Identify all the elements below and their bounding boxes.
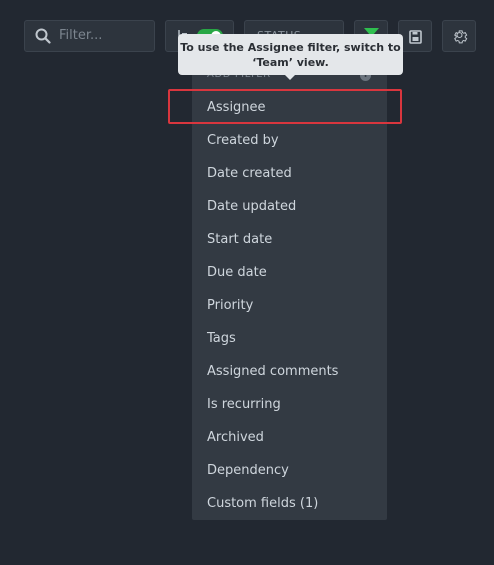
add-filter-dropdown: ADD FILTER i Assignee Created by Date cr…	[192, 58, 387, 520]
assignee-highlight-box	[168, 89, 402, 124]
filter-option-archived[interactable]: Archived	[192, 421, 387, 454]
search-icon	[35, 28, 51, 44]
tooltip-line-1: To use the Assignee filter, switch to	[180, 41, 401, 54]
filter-option-date-updated[interactable]: Date updated	[192, 190, 387, 223]
filter-option-due-date[interactable]: Due date	[192, 256, 387, 289]
assignee-tooltip: To use the Assignee filter, switch to ‘T…	[178, 34, 403, 80]
filter-option-custom-fields[interactable]: Custom fields (1)	[192, 487, 387, 520]
tooltip-line-2: ‘Team’ view.	[252, 56, 329, 69]
filter-option-assigned-comments[interactable]: Assigned comments	[192, 355, 387, 388]
gear-icon	[451, 28, 468, 45]
filter-option-date-created[interactable]: Date created	[192, 157, 387, 190]
filter-option-created-by[interactable]: Created by	[192, 124, 387, 157]
filter-option-priority[interactable]: Priority	[192, 289, 387, 322]
filter-option-is-recurring[interactable]: Is recurring	[192, 388, 387, 421]
filter-option-start-date[interactable]: Start date	[192, 223, 387, 256]
filter-option-dependency[interactable]: Dependency	[192, 454, 387, 487]
search-placeholder: Filter...	[59, 28, 103, 43]
filter-option-tags[interactable]: Tags	[192, 322, 387, 355]
save-icon	[409, 29, 422, 44]
settings-button[interactable]	[442, 20, 476, 52]
tooltip-arrow	[285, 75, 295, 80]
filter-search-input[interactable]: Filter...	[24, 20, 155, 52]
save-view-button[interactable]	[398, 20, 432, 52]
